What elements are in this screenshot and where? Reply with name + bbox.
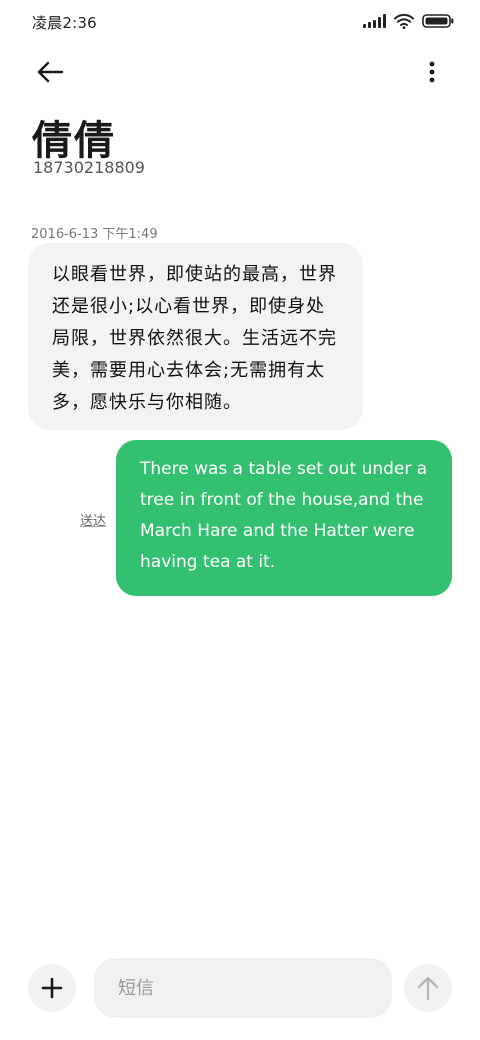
- signal-icon: [363, 14, 386, 28]
- status-bar: 凌晨2:36: [0, 0, 480, 44]
- plus-icon: [41, 977, 63, 999]
- app-bar: [0, 48, 480, 92]
- contact-number: 18730218809: [33, 158, 145, 177]
- arrow-left-icon: [37, 61, 64, 83]
- add-attachment-button[interactable]: [28, 964, 76, 1012]
- arrow-up-icon: [417, 976, 439, 1001]
- more-options-button[interactable]: [420, 54, 444, 90]
- wifi-icon: [394, 13, 414, 29]
- back-button[interactable]: [32, 54, 68, 90]
- send-button[interactable]: [404, 964, 452, 1012]
- battery-icon: [422, 14, 454, 28]
- message-input[interactable]: [94, 958, 392, 1018]
- delivery-status: 送达: [80, 514, 107, 529]
- status-icons: [363, 13, 454, 29]
- received-message-bubble[interactable]: 以眼看世界，即使站的最高，世界还是很小;以心看世界，即使身处局限，世界依然很大。…: [28, 243, 363, 430]
- status-time: 凌晨2:36: [32, 14, 97, 32]
- message-timestamp: 2016-6-13 下午1:49: [31, 227, 158, 242]
- sent-message-bubble[interactable]: There was a table set out under a tree i…: [116, 440, 452, 596]
- more-vertical-icon: [429, 61, 435, 83]
